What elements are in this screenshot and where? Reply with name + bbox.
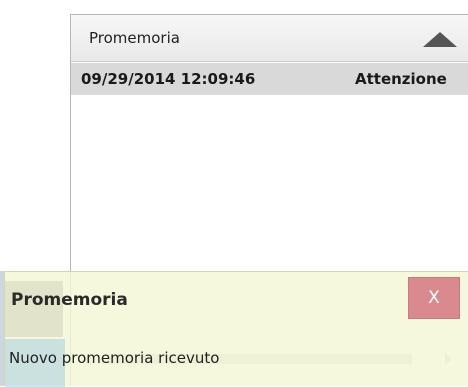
collapse-button[interactable]	[420, 25, 460, 53]
notification-toast: Promemoria X Nuovo promemoria ricevuto	[4, 271, 468, 387]
toast-message: Nuovo promemoria ricevuto	[9, 349, 220, 367]
panel-title: Promemoria	[89, 29, 180, 47]
row-type: Attenzione	[355, 70, 447, 88]
panel-header: Promemoria	[71, 15, 468, 62]
close-icon: X	[428, 288, 440, 308]
table-row[interactable]: 09/29/2014 12:09:46 Attenzione	[71, 63, 468, 95]
triangle-up-icon	[423, 31, 457, 47]
close-button[interactable]: X	[408, 277, 460, 319]
toast-title: Promemoria	[11, 290, 128, 310]
row-date: 09/29/2014 12:09:46	[81, 70, 256, 88]
